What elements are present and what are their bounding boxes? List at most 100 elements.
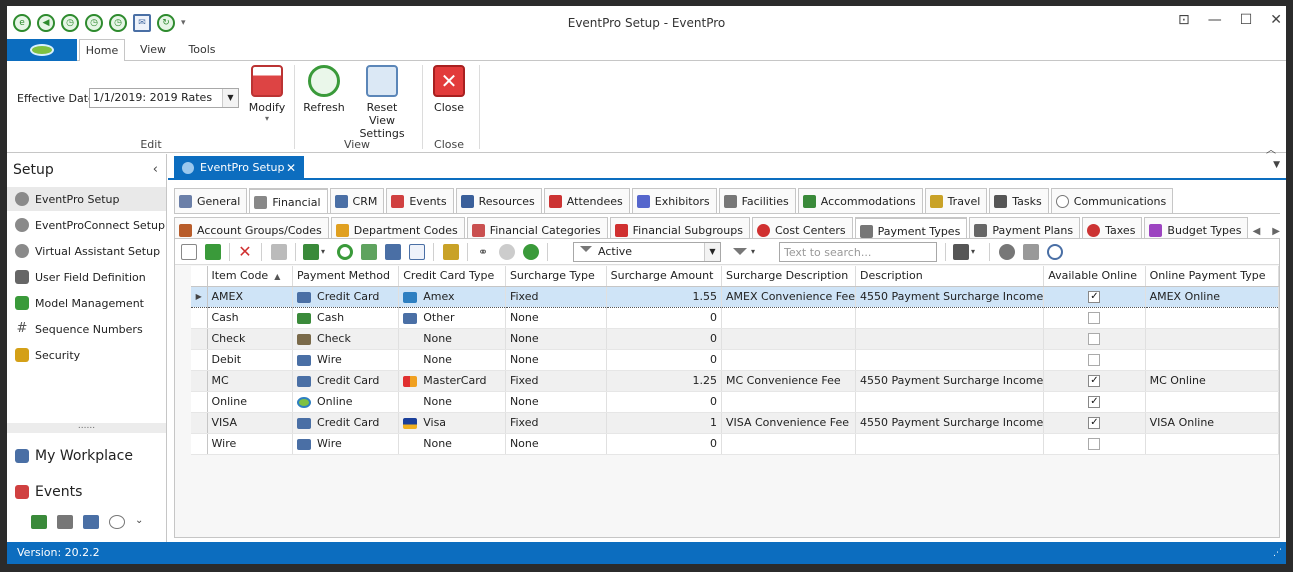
cell-credit-card-type[interactable]: Visa	[398, 412, 506, 434]
move-up-icon[interactable]	[499, 244, 515, 260]
cell-online-payment-type[interactable]: AMEX Online	[1145, 285, 1280, 308]
chevron-down-icon[interactable]: ⌄	[135, 515, 151, 529]
sidebar-item-sequence-numbers[interactable]: # Sequence Numbers	[7, 317, 166, 341]
collapse-sidebar-icon[interactable]: ‹	[153, 162, 158, 177]
cell-description[interactable]: 4550 Payment Surcharge Income	[855, 412, 1045, 434]
column-chooser-icon[interactable]	[385, 244, 401, 260]
cell-online-payment-type[interactable]	[1145, 328, 1280, 350]
cell-payment-method[interactable]: Online	[292, 391, 400, 413]
cell-item-code[interactable]: VISA	[207, 412, 294, 434]
tab-facilities[interactable]: Facilities	[718, 188, 796, 213]
cell-surcharge-description[interactable]: MC Convenience Fee	[721, 370, 857, 392]
cell-item-code[interactable]: Check	[207, 328, 294, 350]
cell-available-online[interactable]	[1043, 349, 1146, 371]
cell-credit-card-type[interactable]: None	[398, 391, 506, 413]
table-row[interactable]: Debit Wire None None 0	[191, 349, 1280, 371]
delete-icon[interactable]: ✕	[237, 244, 253, 260]
cell-description[interactable]: 4550 Payment Surcharge Income	[855, 370, 1045, 392]
sidebar-item-user-field-definition[interactable]: User Field Definition	[7, 265, 166, 289]
cell-item-code[interactable]: MC	[207, 370, 294, 392]
search-input[interactable]	[779, 242, 937, 262]
close-icon[interactable]: ✕	[1270, 12, 1282, 28]
print-preview-icon[interactable]	[1047, 244, 1063, 260]
resize-grip-icon[interactable]: ⋰	[1273, 542, 1282, 564]
save-icon[interactable]	[953, 244, 969, 260]
available-online-checkbox[interactable]	[1088, 333, 1101, 345]
refresh-button[interactable]: Refresh	[303, 65, 345, 114]
cell-description[interactable]	[855, 391, 1045, 413]
sidebar-item-eventpro-setup[interactable]: EventPro Setup	[7, 187, 166, 211]
cell-surcharge-type[interactable]: Fixed	[505, 285, 607, 308]
column-header-surcharge-type[interactable]: Surcharge Type	[505, 266, 607, 287]
cell-surcharge-amount[interactable]: 1.55	[606, 285, 723, 308]
available-online-checkbox[interactable]	[1088, 354, 1101, 366]
cell-surcharge-amount[interactable]: 0	[606, 433, 723, 455]
reset-view-settings-button[interactable]: Reset View Settings	[353, 65, 411, 140]
available-online-checkbox[interactable]	[1088, 438, 1101, 450]
tab-exhibitors[interactable]: Exhibitors	[631, 188, 717, 213]
tab-resources[interactable]: Resources	[455, 188, 542, 213]
tab-attendees[interactable]: Attendees	[543, 188, 630, 213]
cell-surcharge-type[interactable]: None	[505, 349, 607, 371]
table-row[interactable]: MC Credit Card MasterCard Fixed 1.25 MC …	[191, 370, 1280, 392]
tab-communications[interactable]: Communications	[1050, 188, 1174, 213]
cell-surcharge-type[interactable]: Fixed	[505, 412, 607, 434]
cell-surcharge-description[interactable]: AMEX Convenience Fee	[721, 285, 857, 308]
cell-available-online[interactable]: ✓	[1043, 370, 1146, 392]
cell-surcharge-type[interactable]: None	[505, 433, 607, 455]
available-online-checkbox[interactable]: ✓	[1088, 396, 1101, 408]
cell-credit-card-type[interactable]: Amex	[398, 285, 506, 308]
new-record-icon[interactable]	[181, 244, 197, 260]
cell-credit-card-type[interactable]: None	[398, 349, 506, 371]
table-row[interactable]: VISA Credit Card Visa Fixed 1 VISA Conve…	[191, 412, 1280, 434]
restore-down-icon[interactable]: ⊡	[1178, 12, 1190, 28]
cell-surcharge-type[interactable]: Fixed	[505, 370, 607, 392]
scroll-right-icon[interactable]: ▶	[1272, 226, 1280, 237]
table-row[interactable]: Online Online None None 0 ✓	[191, 391, 1280, 413]
cell-available-online[interactable]: ✓	[1043, 412, 1146, 434]
cell-payment-method[interactable]: Credit Card	[292, 412, 400, 434]
cell-description[interactable]	[855, 307, 1045, 329]
cell-surcharge-description[interactable]	[721, 307, 857, 329]
cell-available-online[interactable]: ✓	[1043, 391, 1146, 413]
available-online-checkbox[interactable]: ✓	[1088, 375, 1101, 387]
cell-online-payment-type[interactable]	[1145, 433, 1280, 455]
cell-surcharge-amount[interactable]: 0	[606, 349, 723, 371]
ribbon-tab-home[interactable]: Home	[79, 39, 125, 62]
effective-date-select[interactable]: 1/1/2019: 2019 Rates ▼	[89, 88, 239, 108]
cell-item-code[interactable]: Debit	[207, 349, 294, 371]
accommodations-icon[interactable]	[31, 515, 47, 529]
cell-item-code[interactable]: Wire	[207, 433, 294, 455]
cell-description[interactable]	[855, 349, 1045, 371]
table-row[interactable]: Wire Wire None None 0	[191, 433, 1280, 455]
cell-surcharge-type[interactable]: None	[505, 391, 607, 413]
close-button[interactable]: ✕ Close	[431, 65, 467, 114]
export-icon[interactable]	[303, 244, 319, 260]
cell-online-payment-type[interactable]	[1145, 391, 1280, 413]
sidebar-item-security[interactable]: Security	[7, 343, 166, 367]
cell-surcharge-type[interactable]: None	[505, 328, 607, 350]
cell-online-payment-type[interactable]	[1145, 349, 1280, 371]
cell-payment-method[interactable]: Credit Card	[292, 370, 400, 392]
cell-available-online[interactable]	[1043, 328, 1146, 350]
cell-credit-card-type[interactable]: Other	[398, 307, 506, 329]
print-record-icon[interactable]	[271, 244, 287, 260]
cell-surcharge-description[interactable]	[721, 433, 857, 455]
column-header-surcharge-description[interactable]: Surcharge Description	[721, 266, 857, 287]
application-menu-button[interactable]	[7, 39, 77, 61]
settings-icon[interactable]	[999, 244, 1015, 260]
cell-surcharge-amount[interactable]: 1.25	[606, 370, 723, 392]
filter-icon[interactable]	[733, 248, 747, 255]
cell-surcharge-description[interactable]: VISA Convenience Fee	[721, 412, 857, 434]
cell-online-payment-type[interactable]	[1145, 307, 1280, 329]
sidebar-splitter[interactable]: ......	[7, 422, 166, 433]
sidebar-item-model-management[interactable]: Model Management	[7, 291, 166, 315]
copy-record-icon[interactable]	[205, 244, 221, 260]
cell-description[interactable]	[855, 433, 1045, 455]
cell-surcharge-amount[interactable]: 0	[606, 391, 723, 413]
chevron-down-icon[interactable]: ▼	[222, 89, 238, 107]
document-tab-eventpro-setup[interactable]: EventPro Setup ✕	[174, 156, 304, 180]
printer-icon[interactable]	[1023, 244, 1039, 260]
cell-surcharge-type[interactable]: None	[505, 307, 607, 329]
cell-surcharge-description[interactable]	[721, 328, 857, 350]
